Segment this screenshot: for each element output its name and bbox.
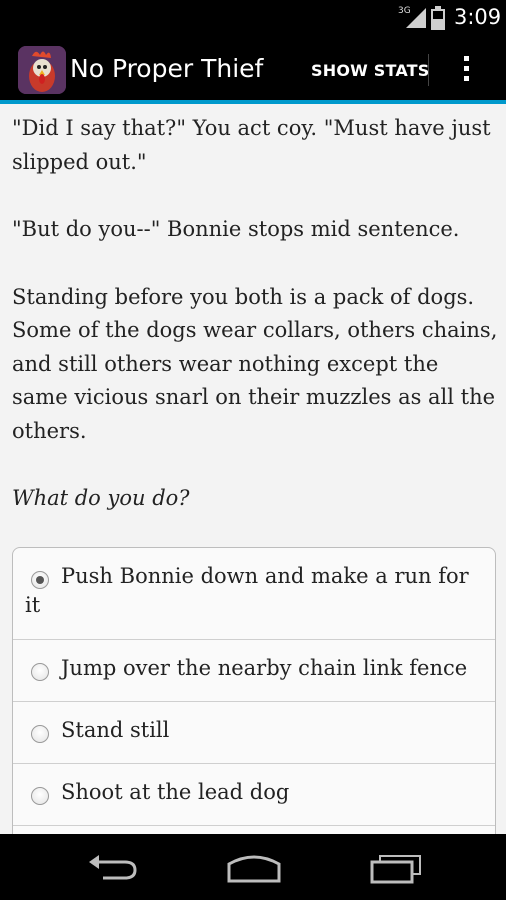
story-content: "Did I say that?" You act coy. "Must hav… <box>0 104 506 834</box>
choice-label: Push Bonnie down and make a run for it <box>25 564 469 617</box>
overflow-menu-icon[interactable] <box>458 54 474 86</box>
story-paragraph: "But do you--" Bonnie stops mid sentence… <box>12 217 460 241</box>
choice-item[interactable]: Jump over the nearby chain link fence <box>13 640 495 702</box>
home-icon[interactable] <box>224 848 284 886</box>
app-title: No Proper Thief <box>70 54 264 83</box>
choice-label: Jump over the nearby chain link fence <box>61 656 468 680</box>
status-bar: 3G 3:09 <box>0 0 506 38</box>
radio-button[interactable] <box>31 725 49 743</box>
story-paragraph: "Did I say that?" You act coy. "Must hav… <box>12 116 491 174</box>
action-divider <box>428 54 429 86</box>
clock: 3:09 <box>454 5 502 29</box>
back-icon[interactable] <box>83 848 143 886</box>
action-bar: No Proper Thief SHOW STATS <box>0 38 506 102</box>
choice-item[interactable]: Push Bonnie down and make a run for it <box>13 548 495 640</box>
choice-list: Push Bonnie down and make a run for it J… <box>12 547 496 834</box>
choice-label: Shoot at the lead dog <box>61 780 290 804</box>
story-prompt: What do you do? <box>12 486 190 510</box>
recent-apps-icon[interactable] <box>366 848 426 886</box>
choice-item[interactable]: Shoot at the lead dog <box>13 764 495 826</box>
show-stats-button[interactable]: SHOW STATS <box>311 61 430 80</box>
story-paragraph: Standing before you both is a pack of do… <box>12 284 498 443</box>
choice-item[interactable]: Stand still <box>13 702 495 764</box>
choice-item[interactable] <box>13 826 495 834</box>
radio-button[interactable] <box>31 571 49 589</box>
signal-icon <box>406 8 426 28</box>
story-text: "Did I say that?" You act coy. "Must hav… <box>12 112 498 516</box>
battery-icon <box>431 6 445 30</box>
navigation-bar <box>0 834 506 900</box>
radio-button[interactable] <box>31 663 49 681</box>
choice-label: Stand still <box>61 718 170 742</box>
rooster-icon[interactable] <box>18 46 66 94</box>
radio-button[interactable] <box>31 787 49 805</box>
